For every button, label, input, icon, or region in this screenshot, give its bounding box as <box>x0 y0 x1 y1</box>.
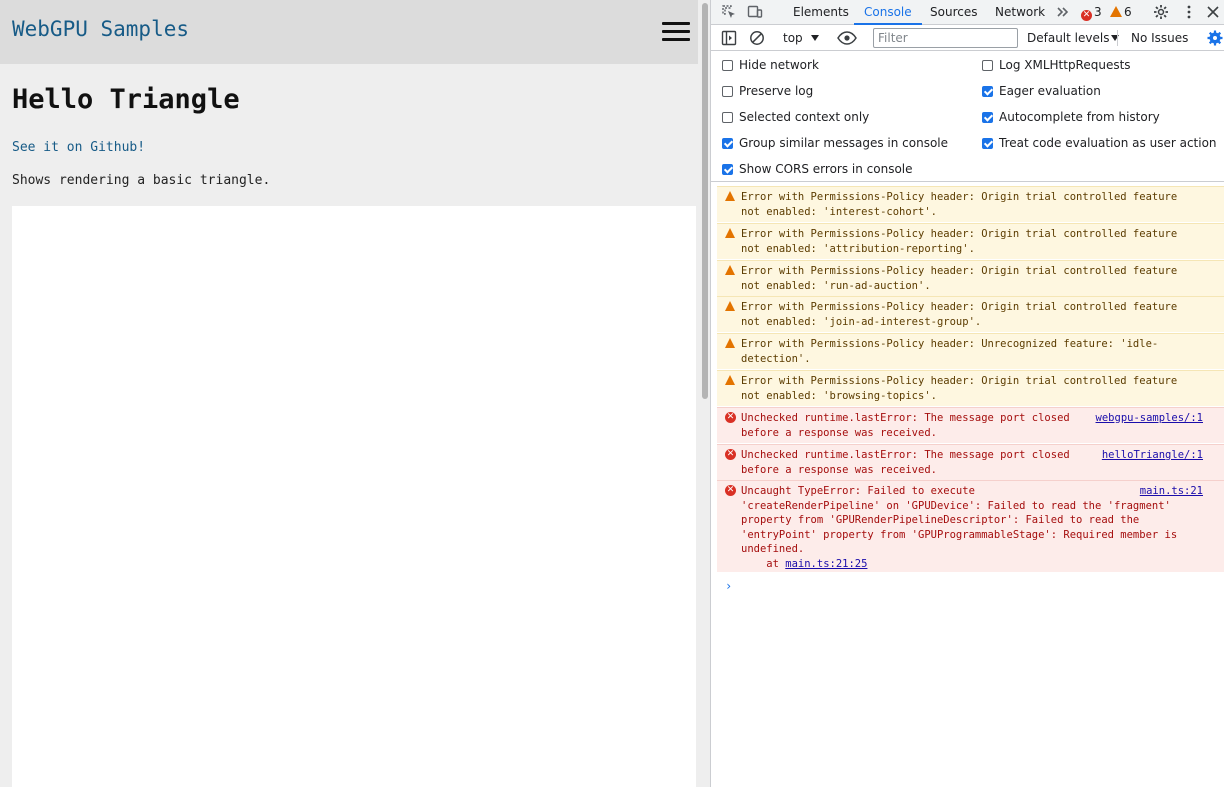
webpage: WebGPU Samples Hello Triangle See it on … <box>0 0 710 787</box>
error-counter[interactable]: ✕ 3 <box>1081 0 1102 25</box>
gear-icon[interactable] <box>1153 4 1169 20</box>
tab-sources[interactable]: Sources <box>930 0 977 25</box>
page-scrollbar-thumb[interactable] <box>702 3 708 399</box>
console-message[interactable]: ✕ Unchecked runtime.lastError: The messa… <box>717 444 1224 480</box>
tab-network[interactable]: Network <box>995 0 1045 25</box>
devtools-tab-bar: Elements Console Sources Network ✕ 3 6 <box>711 0 1224 25</box>
eye-icon[interactable] <box>837 30 857 46</box>
error-icon: ✕ <box>725 449 736 460</box>
source-link[interactable]: helloTriangle/:1 <box>1102 448 1203 463</box>
checkbox[interactable] <box>982 60 993 71</box>
console-message[interactable]: Error with Permissions-Policy header: Or… <box>717 186 1224 222</box>
tab-elements[interactable]: Elements <box>793 0 849 25</box>
issues-button[interactable]: No Issues <box>1131 25 1188 51</box>
source-link[interactable]: webgpu-samples/:1 <box>1096 411 1203 426</box>
warning-icon <box>725 301 735 311</box>
warning-icon <box>725 375 735 385</box>
page-scrollbar[interactable] <box>698 0 710 787</box>
source-link[interactable]: main.ts:21 <box>1140 484 1203 499</box>
sample-title: Hello Triangle <box>12 84 240 115</box>
filter-input[interactable] <box>873 28 1018 48</box>
more-tabs-icon[interactable] <box>1055 4 1071 20</box>
checkbox[interactable] <box>722 164 733 175</box>
checkbox[interactable] <box>722 86 733 97</box>
checkbox[interactable] <box>982 112 993 123</box>
site-header: WebGPU Samples <box>0 0 710 64</box>
warning-counter[interactable]: 6 <box>1110 0 1132 25</box>
error-icon: ✕ <box>725 485 736 496</box>
inspect-element-icon[interactable] <box>721 4 737 20</box>
chevron-down-icon <box>810 35 819 41</box>
sidebar-toggle-icon[interactable] <box>721 30 737 46</box>
error-text: Uncaught TypeError: Failed to execute 'c… <box>741 485 1178 555</box>
console-message[interactable]: Error with Permissions-Policy header: Or… <box>717 370 1224 406</box>
console-message[interactable]: ✕ Uncaught TypeError: Failed to execute … <box>717 480 1224 572</box>
devtools-panel: Elements Console Sources Network ✕ 3 6 to… <box>710 0 1224 787</box>
console-messages: Error with Permissions-Policy header: Or… <box>711 183 1224 787</box>
checkbox[interactable] <box>722 138 733 149</box>
warning-icon <box>725 228 735 238</box>
console-settings-icon[interactable] <box>1207 30 1223 46</box>
console-message[interactable]: ✕ Unchecked runtime.lastError: The messa… <box>717 407 1224 443</box>
github-link[interactable]: See it on Github! <box>12 140 145 155</box>
device-toolbar-icon[interactable] <box>747 4 763 20</box>
tab-console[interactable]: Console <box>854 0 922 25</box>
context-label: top <box>783 31 803 45</box>
console-prompt[interactable]: › <box>725 579 732 593</box>
warning-icon <box>1110 6 1122 17</box>
warning-count: 6 <box>1124 5 1132 19</box>
clear-console-icon[interactable] <box>749 30 765 46</box>
chevron-down-icon <box>1111 35 1120 41</box>
sample-description: Shows rendering a basic triangle. <box>12 173 271 188</box>
checkbox[interactable] <box>982 86 993 97</box>
webgpu-canvas[interactable] <box>12 206 696 787</box>
menu-icon[interactable] <box>662 22 692 44</box>
error-icon: ✕ <box>1081 10 1092 21</box>
warning-icon <box>725 265 735 275</box>
error-icon: ✕ <box>725 412 736 423</box>
console-toolbar: top Default levels No Issues <box>711 25 1224 51</box>
console-message[interactable]: Error with Permissions-Policy header: Un… <box>717 333 1224 369</box>
more-options-icon[interactable] <box>1181 4 1197 20</box>
console-message[interactable]: Error with Permissions-Policy header: Or… <box>717 296 1224 332</box>
stack-trace-link[interactable]: main.ts:21:25 <box>785 558 867 570</box>
log-levels-dropdown[interactable]: Default levels <box>1027 25 1120 51</box>
console-settings: Hide network Preserve log Selected conte… <box>711 52 1224 182</box>
checkbox[interactable] <box>982 138 993 149</box>
console-message[interactable]: Error with Permissions-Policy header: Or… <box>717 260 1224 296</box>
error-count: 3 <box>1094 5 1102 19</box>
close-icon[interactable] <box>1205 4 1221 20</box>
stack-trace-prefix: at <box>741 557 786 570</box>
toolbar-divider <box>1117 30 1118 46</box>
site-title[interactable]: WebGPU Samples <box>12 17 189 41</box>
warning-icon <box>725 191 735 201</box>
warning-icon <box>725 338 735 348</box>
checkbox[interactable] <box>722 60 733 71</box>
log-levels-label: Default levels <box>1027 31 1110 45</box>
console-message[interactable]: Error with Permissions-Policy header: Or… <box>717 223 1224 259</box>
context-selector[interactable]: top <box>783 25 819 51</box>
checkbox[interactable] <box>722 112 733 123</box>
